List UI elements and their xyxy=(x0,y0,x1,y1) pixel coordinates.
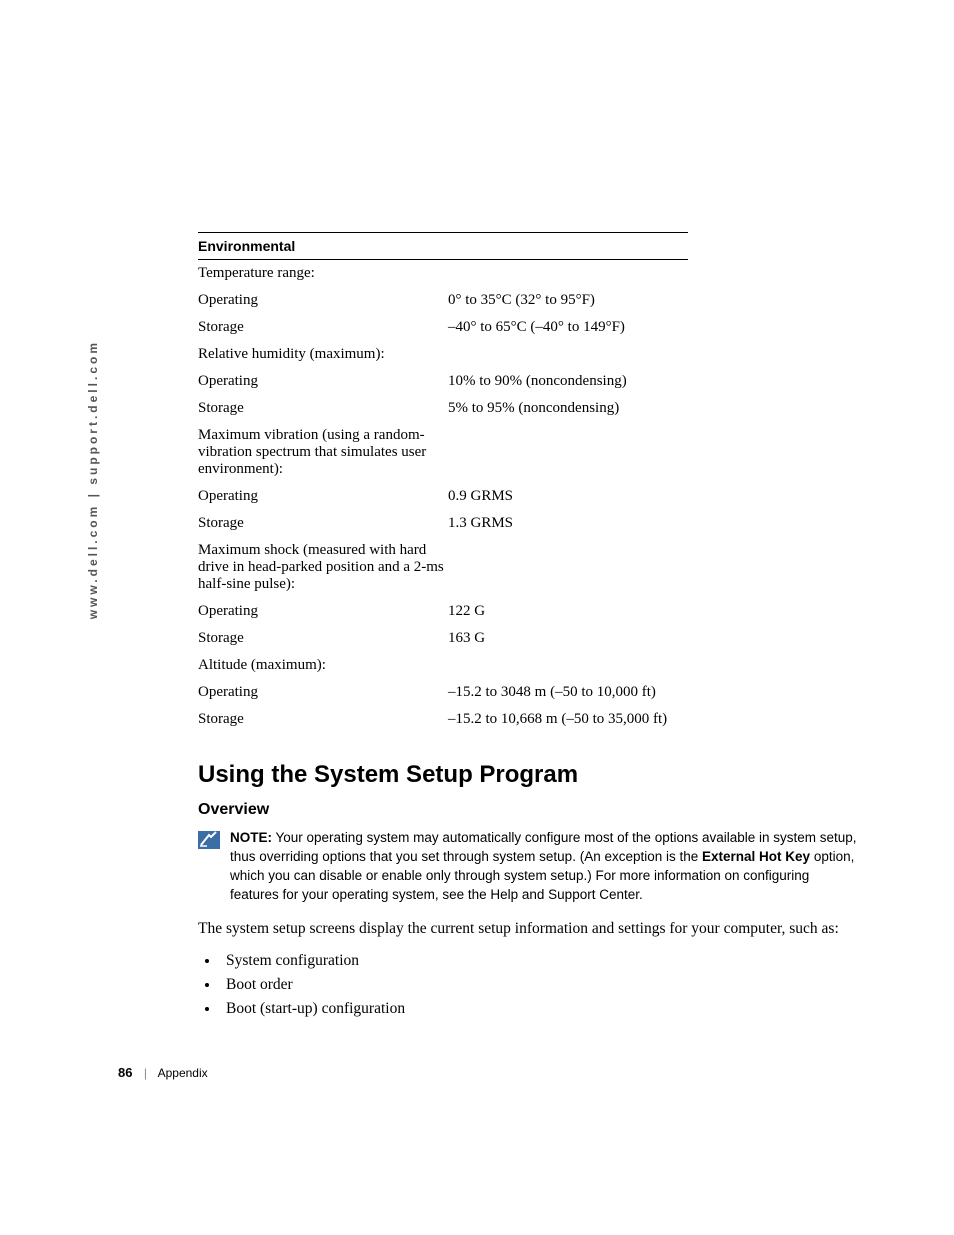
table-row: Altitude (maximum): xyxy=(198,652,688,679)
note-inline-bold: External Hot Key xyxy=(702,849,810,864)
spec-value: 1.3 GRMS xyxy=(448,510,688,537)
spec-value xyxy=(448,537,688,598)
list-item: Boot (start-up) configuration xyxy=(220,997,858,1021)
spec-value: 5% to 95% (noncondensing) xyxy=(448,395,688,422)
table-row: Storage5% to 95% (noncondensing) xyxy=(198,395,688,422)
spec-label: Maximum vibration (using a random-vibrat… xyxy=(198,422,448,483)
spec-label: Storage xyxy=(198,314,448,341)
spec-value: –40° to 65°C (–40° to 149°F) xyxy=(448,314,688,341)
table-section-header: Environmental xyxy=(198,233,688,260)
table-row: Operating0° to 35°C (32° to 95°F) xyxy=(198,287,688,314)
spec-label: Operating xyxy=(198,598,448,625)
table-row: Operating122 G xyxy=(198,598,688,625)
bullet-list: System configurationBoot orderBoot (star… xyxy=(220,949,858,1021)
page-number: 86 xyxy=(118,1065,132,1080)
table-row: Relative humidity (maximum): xyxy=(198,341,688,368)
spec-label: Storage xyxy=(198,706,448,733)
environmental-spec-table: Environmental Temperature range:Operatin… xyxy=(198,232,688,733)
table-row: Maximum shock (measured with hard drive … xyxy=(198,537,688,598)
spec-label: Operating xyxy=(198,483,448,510)
website-url-sidebar: www.dell.com | support.dell.com xyxy=(86,340,100,619)
body-paragraph: The system setup screens display the cur… xyxy=(198,919,858,940)
page-footer: 86 | Appendix xyxy=(118,1065,208,1080)
spec-label: Operating xyxy=(198,679,448,706)
table-row: Operating10% to 90% (noncondensing) xyxy=(198,368,688,395)
table-row: Maximum vibration (using a random-vibrat… xyxy=(198,422,688,483)
spec-value: 122 G xyxy=(448,598,688,625)
page-content: Environmental Temperature range:Operatin… xyxy=(198,232,858,1021)
table-row: Temperature range: xyxy=(198,260,688,288)
spec-label: Operating xyxy=(198,287,448,314)
table-row: Storage163 G xyxy=(198,625,688,652)
spec-value xyxy=(448,260,688,288)
table-row: Operating–15.2 to 3048 m (–50 to 10,000 … xyxy=(198,679,688,706)
spec-value xyxy=(448,652,688,679)
spec-value: 0° to 35°C (32° to 95°F) xyxy=(448,287,688,314)
spec-label: Operating xyxy=(198,368,448,395)
note-icon xyxy=(198,831,220,854)
footer-divider: | xyxy=(144,1066,147,1080)
note-text: NOTE: Your operating system may automati… xyxy=(230,829,858,905)
spec-value: –15.2 to 10,668 m (–50 to 35,000 ft) xyxy=(448,706,688,733)
spec-value: 0.9 GRMS xyxy=(448,483,688,510)
table-row: Storage–40° to 65°C (–40° to 149°F) xyxy=(198,314,688,341)
spec-value: 163 G xyxy=(448,625,688,652)
spec-label: Storage xyxy=(198,625,448,652)
list-item: Boot order xyxy=(220,973,858,997)
spec-label: Storage xyxy=(198,395,448,422)
note-block: NOTE: Your operating system may automati… xyxy=(198,829,858,905)
note-label: NOTE: xyxy=(230,830,272,845)
spec-label: Temperature range: xyxy=(198,260,448,288)
table-row: Operating0.9 GRMS xyxy=(198,483,688,510)
list-item: System configuration xyxy=(220,949,858,973)
spec-value xyxy=(448,341,688,368)
spec-value: –15.2 to 3048 m (–50 to 10,000 ft) xyxy=(448,679,688,706)
spec-label: Storage xyxy=(198,510,448,537)
section-heading: Using the System Setup Program xyxy=(198,761,858,789)
spec-label: Maximum shock (measured with hard drive … xyxy=(198,537,448,598)
spec-label: Altitude (maximum): xyxy=(198,652,448,679)
table-row: Storage1.3 GRMS xyxy=(198,510,688,537)
table-row: Storage–15.2 to 10,668 m (–50 to 35,000 … xyxy=(198,706,688,733)
spec-label: Relative humidity (maximum): xyxy=(198,341,448,368)
spec-value xyxy=(448,422,688,483)
footer-section: Appendix xyxy=(158,1066,208,1080)
spec-value: 10% to 90% (noncondensing) xyxy=(448,368,688,395)
section-subheading: Overview xyxy=(198,801,858,819)
